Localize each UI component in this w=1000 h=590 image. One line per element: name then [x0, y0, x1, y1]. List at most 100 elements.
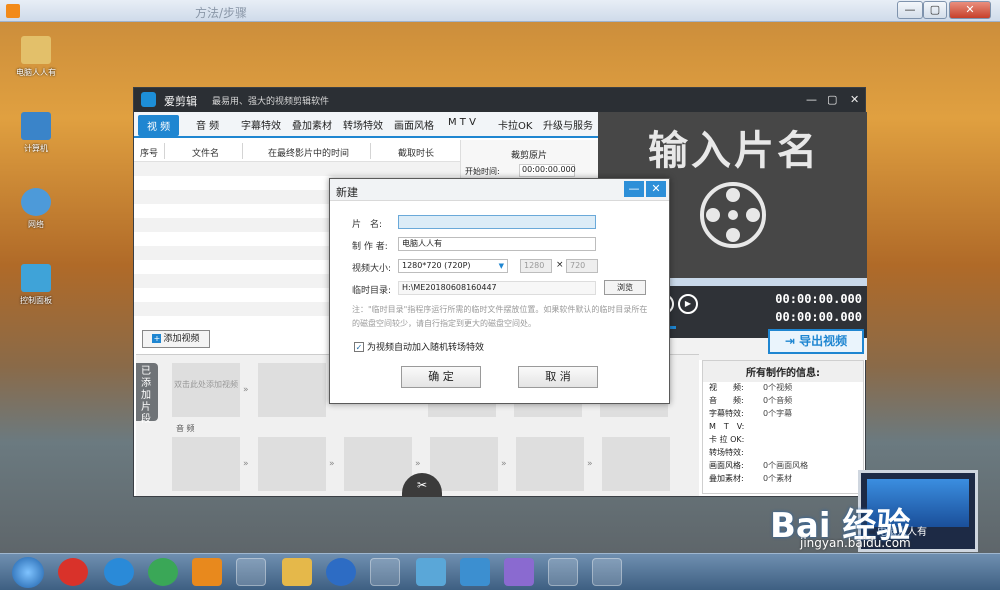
clip-table-header: 序号 文件名 在最终影片中的时间 截取时长 — [134, 140, 460, 162]
cancel-button[interactable]: 取 消 — [518, 366, 598, 388]
app-logo-icon — [141, 92, 156, 107]
audio-slot[interactable] — [344, 437, 412, 491]
explorer-icon[interactable] — [236, 558, 266, 586]
paint-icon[interactable] — [504, 558, 534, 586]
add-video-button[interactable]: + 添加视频 — [142, 330, 210, 348]
preview-title: 输入片名 — [648, 128, 820, 174]
close-button[interactable]: ✕ — [949, 1, 991, 19]
app-icon[interactable] — [370, 558, 400, 586]
app-name: 爱剪辑 — [164, 95, 197, 108]
maximize-button[interactable]: ▢ — [923, 1, 947, 19]
tab-upgrade[interactable]: 升级与服务 — [543, 117, 593, 132]
tab-styles[interactable]: 画面风格 — [394, 117, 434, 132]
ie-icon[interactable] — [104, 558, 134, 586]
author-input[interactable]: 电脑人人有 — [398, 237, 596, 251]
taskbar — [0, 553, 1000, 590]
app-icon — [6, 4, 20, 18]
app-slogan: 最易用、强大的视频剪辑软件 — [212, 97, 330, 107]
tab-subtitle-effects[interactable]: 字幕特效 — [241, 117, 281, 132]
col-index: 序号 — [140, 149, 159, 159]
audio-slot[interactable] — [430, 437, 498, 491]
timeline-side-label: 已添加片段 — [136, 363, 158, 425]
folder-icon[interactable] — [282, 558, 312, 586]
dialog-minimize-button[interactable]: — — [624, 181, 644, 197]
export-video-button[interactable]: ⇥ 导出视频 — [768, 329, 864, 354]
timeline-slot-add[interactable]: 双击此处添加视频 — [172, 363, 240, 417]
word-icon[interactable] — [592, 558, 622, 586]
app-titlebar: 爱剪辑 最易用、强大的视频剪辑软件 — ▢ ✕ — [134, 88, 865, 112]
title-input[interactable] — [398, 215, 596, 229]
browse-button[interactable]: 浏览 — [604, 280, 646, 295]
project-info-panel: 所有制作的信息: 视 频: 0个视频 音 频: 0个音频 字幕特效: 0个字幕 M T… — [702, 360, 864, 494]
app-icon[interactable] — [416, 558, 446, 586]
temp-dir-input[interactable]: H:\ME20180608160447 — [398, 281, 596, 295]
new-project-dialog: 新建 — ✕ 片 名: 制 作 者: 电脑人人有 视频大小: 1280*720 … — [329, 178, 670, 404]
chevron-down-icon: ▼ — [498, 262, 504, 270]
app-icon[interactable] — [548, 558, 578, 586]
audio-slot[interactable] — [258, 437, 326, 491]
computer-icon — [21, 112, 51, 140]
tab-karaoke[interactable]: 卡拉OK — [498, 117, 532, 132]
desktop-icon-folder[interactable]: 电脑人人有 — [8, 36, 64, 78]
app-icon[interactable] — [326, 558, 356, 586]
app-icon[interactable] — [460, 558, 490, 586]
start-time-input[interactable]: 00:00:00.000 — [519, 164, 576, 177]
window-title: 方法/步骤 — [195, 6, 248, 20]
minimize-button[interactable]: — — [897, 1, 923, 19]
desktop-icon-computer[interactable]: 计算机 — [8, 112, 64, 154]
next-frame-button[interactable]: ▶ — [678, 294, 698, 314]
size-label: 视频大小: — [352, 264, 392, 274]
tab-video[interactable]: 视 频 — [138, 115, 180, 136]
height-input: 720 — [566, 259, 598, 273]
baidu-watermark-url: jingyan.baidu.com — [800, 536, 911, 550]
start-time-label: 开始时间: — [465, 167, 500, 176]
auto-transition-checkbox[interactable]: ✓ 为视频自动加入随机转场特效 — [354, 340, 484, 353]
app-minimize-button[interactable]: — — [806, 93, 817, 106]
timecode-current: 00:00:00.000 — [775, 292, 862, 306]
col-time: 在最终影片中的时间 — [268, 149, 350, 159]
app-close-button[interactable]: ✕ — [850, 93, 859, 106]
dialog-title: 新建 — [336, 186, 358, 199]
cut-panel: 裁剪原片 开始时间: 00:00:00.000 — [460, 140, 598, 180]
timeline-slot[interactable] — [258, 363, 326, 417]
add-icon: + — [152, 334, 162, 343]
tab-mtv[interactable]: M T V — [448, 117, 476, 128]
desktop-icon-network[interactable]: 网络 — [8, 188, 64, 230]
audio-slot[interactable] — [516, 437, 584, 491]
col-duration: 截取时长 — [398, 149, 435, 159]
temp-dir-label: 临时目录: — [352, 286, 392, 296]
ok-button[interactable]: 确 定 — [401, 366, 481, 388]
media-player-icon[interactable] — [192, 558, 222, 586]
desktop-icon-control-panel[interactable]: 控制面板 — [8, 264, 64, 306]
export-icon: ⇥ — [784, 334, 800, 348]
dialog-titlebar: 新建 — ✕ — [330, 179, 669, 201]
taskbar-app-icon[interactable] — [58, 558, 88, 586]
cut-panel-title: 裁剪原片 — [511, 151, 548, 161]
col-filename: 文件名 — [192, 149, 220, 159]
network-icon — [21, 188, 51, 216]
temp-dir-note: 注："临时目录"指程序运行所需的临时文件摆放位置。如果软件默认的临时目录所在的磁… — [352, 305, 648, 328]
width-input: 1280 — [520, 259, 552, 273]
audio-track-label: 音 频 — [176, 424, 195, 433]
audio-slot[interactable] — [172, 437, 240, 491]
times-symbol: × — [556, 260, 564, 270]
size-select[interactable]: 1280*720 (720P) ▼ — [398, 259, 508, 273]
main-tabs: 视 频 音 频 字幕特效 叠加素材 转场特效 画面风格 M T V 卡拉OK 升… — [134, 112, 598, 138]
name-label: 片 名: — [352, 220, 383, 230]
folder-icon — [21, 36, 51, 64]
checkbox-checked-icon: ✓ — [354, 342, 364, 352]
timecode-total: 00:00:00.000 — [775, 310, 862, 324]
chrome-icon[interactable] — [148, 558, 178, 586]
dialog-close-button[interactable]: ✕ — [646, 181, 666, 197]
outer-window-titlebar: 方法/步骤 — ▢ ✕ — [0, 0, 1000, 22]
film-reel-icon — [700, 182, 766, 248]
control-panel-icon — [21, 264, 51, 292]
tab-transitions[interactable]: 转场特效 — [343, 117, 383, 132]
tab-overlay[interactable]: 叠加素材 — [292, 117, 332, 132]
start-button[interactable] — [12, 557, 44, 588]
audio-slot[interactable] — [602, 437, 670, 491]
info-header: 所有制作的信息: — [703, 361, 863, 382]
author-label: 制 作 者: — [352, 242, 388, 252]
tab-audio[interactable]: 音 频 — [196, 117, 219, 132]
app-maximize-button[interactable]: ▢ — [827, 93, 837, 106]
